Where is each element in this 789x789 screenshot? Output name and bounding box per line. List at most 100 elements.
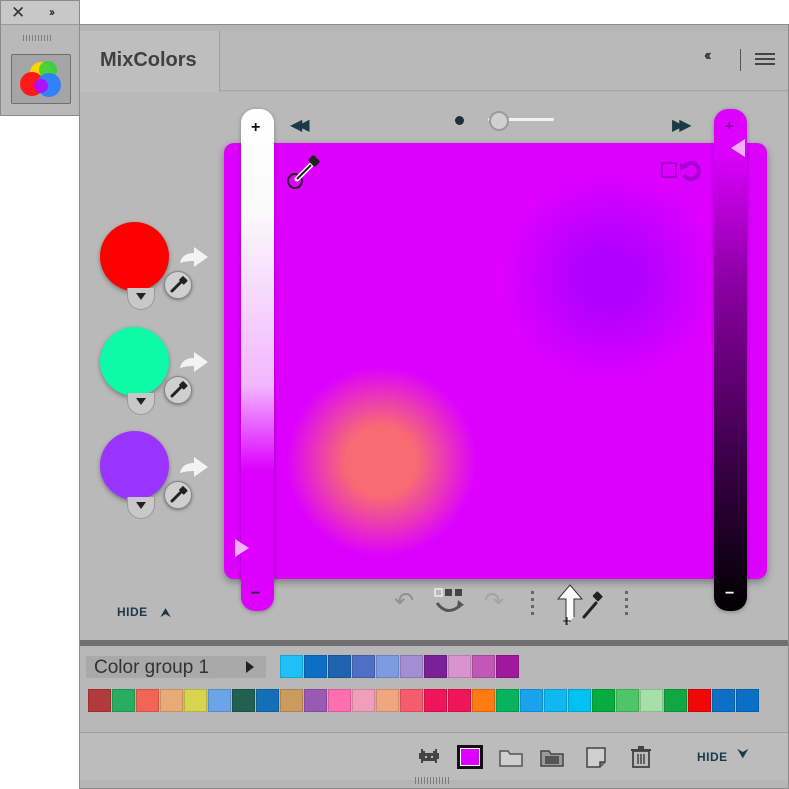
panel-title: MixColors: [100, 49, 197, 71]
color-swatch[interactable]: [712, 689, 735, 712]
darken-minus[interactable]: −: [725, 585, 734, 603]
source-eyedropper-2[interactable]: [164, 376, 192, 404]
rewind-icon[interactable]: ◀◀: [290, 115, 309, 135]
svg-text:+: +: [562, 614, 572, 627]
new-swatch-icon[interactable]: [583, 745, 609, 769]
lighten-minus[interactable]: −: [251, 585, 260, 603]
color-swatch[interactable]: [352, 655, 375, 678]
color-swatch[interactable]: [352, 689, 375, 712]
color-swatch[interactable]: [568, 689, 591, 712]
add-to-mix-arrow-icon[interactable]: [178, 245, 210, 271]
tab-mixcolors[interactable]: MixColors: [80, 31, 220, 92]
source-color-2[interactable]: [100, 327, 169, 396]
color-swatch[interactable]: [400, 655, 423, 678]
add-to-mix-arrow-icon[interactable]: [178, 350, 210, 376]
pick-to-swatch-icon[interactable]: +: [550, 581, 610, 627]
color-swatch[interactable]: [496, 655, 519, 678]
color-swatch[interactable]: [280, 689, 303, 712]
darken-pointer[interactable]: [731, 139, 745, 157]
folder-open-icon[interactable]: [539, 745, 565, 769]
close-icon[interactable]: ✕: [11, 3, 25, 23]
color-swatch[interactable]: [448, 655, 471, 678]
swatch-row-main: [88, 689, 760, 712]
color-wheel-icon: [20, 61, 61, 97]
color-swatch[interactable]: [448, 689, 471, 712]
hide-sources-button[interactable]: HIDE: [117, 605, 148, 619]
color-swatch[interactable]: [424, 655, 447, 678]
current-fill-swatch: [460, 748, 480, 766]
color-swatch[interactable]: [208, 689, 231, 712]
eyedropper-icon: [170, 486, 188, 503]
color-swatch[interactable]: [496, 689, 519, 712]
color-swatch[interactable]: [304, 655, 327, 678]
mixing-canvas[interactable]: [224, 143, 767, 579]
separator: [625, 591, 628, 619]
color-swatch[interactable]: [232, 689, 255, 712]
color-swatch[interactable]: [184, 689, 207, 712]
lighten-slider[interactable]: [241, 109, 274, 611]
folder-icon[interactable]: [498, 745, 524, 769]
darken-plus[interactable]: +: [725, 118, 734, 135]
color-swatch[interactable]: [88, 689, 111, 712]
color-group-name: Color group 1: [94, 657, 210, 678]
color-swatch[interactable]: [160, 689, 183, 712]
fast-forward-icon[interactable]: ▶▶: [672, 115, 691, 135]
collapse-panel-icon[interactable]: ‹‹: [704, 47, 711, 65]
add-to-mix-arrow-icon[interactable]: [178, 455, 210, 481]
color-swatch[interactable]: [592, 689, 615, 712]
brush-size-min-icon: [455, 116, 464, 125]
color-swatch[interactable]: [616, 689, 639, 712]
color-swatch[interactable]: [112, 689, 135, 712]
color-swatch[interactable]: [664, 689, 687, 712]
dock-grip[interactable]: [23, 35, 53, 41]
undo-icon[interactable]: ↶: [394, 587, 414, 616]
color-swatch[interactable]: [520, 689, 543, 712]
panel-resize-grip[interactable]: [415, 777, 451, 784]
mix-mode-icon[interactable]: [658, 157, 708, 185]
color-swatch[interactable]: [472, 689, 495, 712]
expand-icon[interactable]: ››: [49, 5, 55, 19]
expand-group-icon[interactable]: [246, 661, 254, 673]
source-eyedropper-3[interactable]: [164, 481, 192, 509]
brush-size-handle[interactable]: [488, 111, 509, 131]
color-swatch[interactable]: [280, 655, 303, 678]
fill-color-icon[interactable]: [457, 745, 483, 769]
color-swatch[interactable]: [640, 689, 663, 712]
color-swatch[interactable]: [304, 689, 327, 712]
color-swatch[interactable]: [544, 689, 567, 712]
color-swatch[interactable]: [472, 655, 495, 678]
color-swatch[interactable]: [328, 689, 351, 712]
panel-menu-icon[interactable]: [755, 53, 775, 65]
collapse-up-icon[interactable]: ⮝: [160, 605, 171, 621]
color-group-header[interactable]: Color group 1: [86, 656, 266, 678]
darken-slider[interactable]: [714, 109, 747, 611]
lighten-plus[interactable]: +: [251, 119, 260, 137]
eyedropper-icon[interactable]: [285, 151, 325, 191]
color-swatch[interactable]: [256, 689, 279, 712]
source-color-3[interactable]: [100, 431, 169, 500]
color-swatch[interactable]: [424, 689, 447, 712]
color-swatch[interactable]: [736, 689, 759, 712]
tab-divider: [740, 49, 741, 71]
trash-icon[interactable]: [628, 745, 654, 769]
color-swatch[interactable]: [688, 689, 711, 712]
color-swatch[interactable]: [376, 655, 399, 678]
color-swatch[interactable]: [136, 689, 159, 712]
separator: [531, 591, 534, 619]
eyedropper-icon: [170, 276, 188, 293]
mixcolors-panel: MixColors ‹‹ + − + − ◀◀ ▶▶ HIDE ⮝ ↶ ↷ + …: [79, 24, 789, 789]
dock-header: ✕ ››: [1, 1, 79, 25]
mixcolors-dock-button[interactable]: [11, 54, 71, 104]
hide-swatches-button[interactable]: HIDE: [697, 750, 728, 764]
invader-icon[interactable]: [416, 745, 442, 769]
lighten-pointer[interactable]: [235, 539, 249, 557]
color-swatch[interactable]: [328, 655, 351, 678]
source-color-1[interactable]: [100, 222, 169, 291]
source-eyedropper-1[interactable]: [164, 271, 192, 299]
redo-icon[interactable]: ↷: [484, 587, 504, 616]
history-reset-icon[interactable]: [431, 585, 471, 619]
eyedropper-icon: [170, 381, 188, 398]
color-swatch[interactable]: [400, 689, 423, 712]
color-swatch[interactable]: [376, 689, 399, 712]
collapse-down-icon[interactable]: ⮟: [737, 745, 749, 762]
